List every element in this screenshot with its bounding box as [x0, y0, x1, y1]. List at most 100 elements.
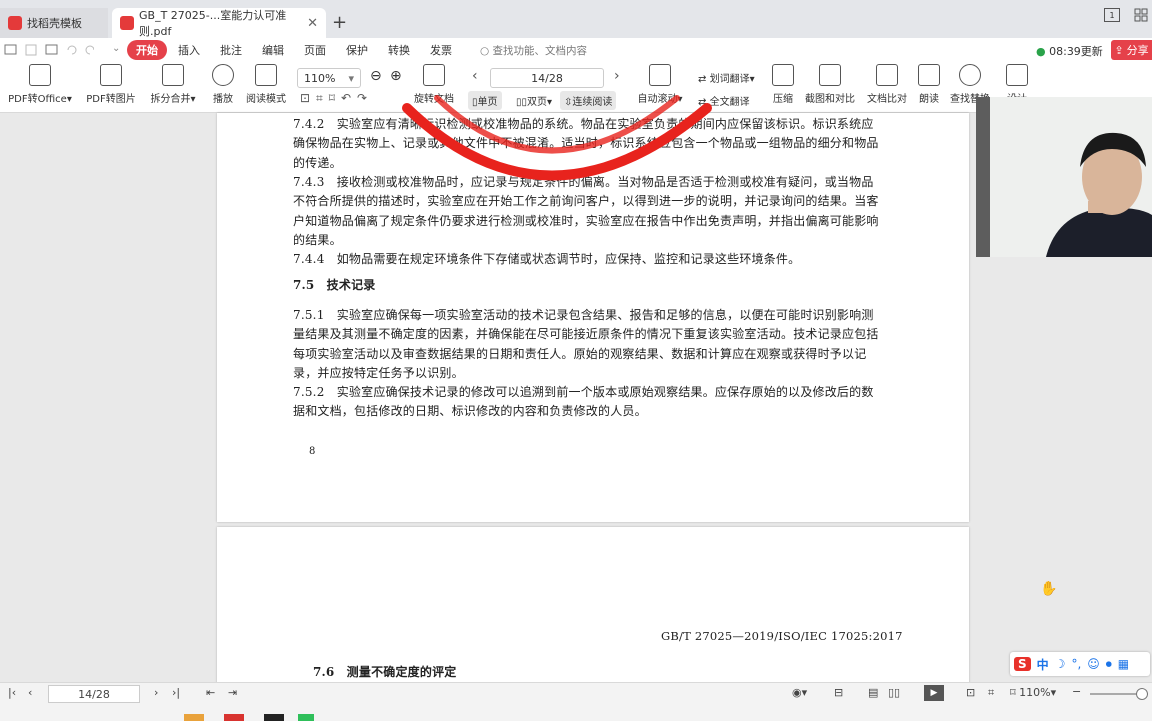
translate-icon: ⇄ [698, 74, 707, 85]
menu-convert[interactable]: 转换 [388, 42, 410, 58]
tab-template[interactable]: 找稻壳模板 [0, 8, 108, 38]
pdf-to-image-button[interactable]: PDF转图片 [84, 64, 138, 105]
double-page-view-icon[interactable]: ▯▯ [888, 686, 900, 699]
image-icon [100, 64, 122, 86]
prev-page-icon[interactable]: ‹ [28, 686, 32, 699]
status-zoom-value: 110% [1019, 686, 1051, 699]
ime-mode-label[interactable]: 中 [1037, 656, 1049, 673]
pdf-page-15: GB/T 27025—2019/ISO/IEC 17025:2017 7.6 测… [217, 527, 969, 697]
search-box[interactable]: ○ 查找功能、文档内容 [480, 43, 587, 58]
webcam-overlay [976, 97, 1152, 257]
play-button[interactable]: 播放 [210, 64, 236, 105]
pdf-to-office-button[interactable]: PDF转Office▾ [6, 64, 74, 105]
section-7-6-heading: 7.6 测量不确定度的评定 [313, 665, 457, 679]
search-icon [959, 64, 981, 86]
play-label: 播放 [213, 94, 233, 105]
window-restore-icon[interactable]: 1 [1104, 8, 1120, 22]
new-tab-button[interactable]: + [332, 12, 347, 33]
menu-invoice[interactable]: 发票 [430, 42, 452, 58]
screenshot-compare-button[interactable]: 截图和对比 [802, 64, 858, 105]
rotate-icon [423, 64, 445, 86]
play-icon[interactable]: ▶ [924, 685, 944, 701]
fit-tools-icons[interactable]: ⊡⌗⌑↶↷ [300, 91, 373, 106]
quick-access-icons[interactable] [4, 43, 94, 57]
microphone-icon[interactable]: ⏺ [1106, 657, 1112, 672]
back-icon[interactable]: ⇤ [206, 686, 215, 699]
zoom-in-icon[interactable]: ⊕ [390, 68, 402, 84]
menu-start[interactable]: 开始 [127, 40, 167, 60]
sogou-logo-icon: S [1014, 657, 1031, 671]
menu-edit[interactable]: 编辑 [262, 42, 284, 58]
wps-logo-icon [8, 16, 22, 30]
moon-icon[interactable]: ☽ [1055, 657, 1066, 671]
ime-toolbar[interactable]: S 中 ☽ °, ☺ ⏺ ▦ [1010, 652, 1150, 676]
zoom-value: 110% [304, 71, 336, 85]
pdf-to-office-icon [29, 64, 51, 86]
tab-bar: 找稻壳模板 GB_T 27025-...室能力认可准则.pdf ✕ + 1 [0, 0, 1152, 38]
actual-size-icon[interactable]: ⌗ [988, 686, 994, 700]
pdf-to-office-label: PDF转Office [8, 94, 67, 105]
speaker-icon [918, 64, 940, 86]
eye-protection-icon[interactable]: ◉▾ [792, 686, 807, 699]
close-icon[interactable]: ✕ [307, 16, 318, 31]
fit-width-icon[interactable]: ⊟ [834, 686, 843, 699]
book-icon [255, 64, 277, 86]
read-aloud-button[interactable]: 朗读 [916, 64, 942, 105]
word-translate-label: 划词翻译 [709, 74, 750, 85]
tab-document[interactable]: GB_T 27025-...室能力认可准则.pdf ✕ [112, 8, 326, 38]
zoom-out-button[interactable]: − [1072, 685, 1081, 698]
first-page-icon[interactable]: |‹ [8, 686, 16, 699]
doc-compare-label: 文档比对 [867, 94, 907, 105]
section-7-5-heading: 7.5 技术记录 [293, 278, 376, 292]
menu-comment[interactable]: 批注 [220, 42, 242, 58]
zoom-select[interactable]: 110% ▾ [297, 68, 361, 88]
punctuation-icon[interactable]: °, [1071, 657, 1081, 671]
last-page-icon[interactable]: ›| [172, 686, 180, 699]
page-input[interactable]: 14/28 [490, 68, 604, 88]
share-icon: ⇪ [1114, 43, 1124, 57]
hand-cursor-icon: ✋ [1040, 581, 1058, 597]
split-merge-icon [162, 64, 184, 86]
page-number: 8 [309, 446, 316, 457]
next-page-icon[interactable]: › [154, 686, 158, 699]
cloud-sync-icon: ● [1036, 45, 1046, 58]
single-page-view-icon[interactable]: ▤ [868, 686, 878, 699]
presenter-video [976, 97, 1152, 257]
menu-protect[interactable]: 保护 [346, 42, 368, 58]
fit-page-icon[interactable]: ⊡ [966, 686, 975, 699]
read-mode-button[interactable]: 阅读模式 [244, 64, 288, 105]
menu-page[interactable]: 页面 [304, 42, 326, 58]
zoom-slider-handle[interactable] [1136, 688, 1148, 700]
scroll-icon [649, 64, 671, 86]
doc-compare-button[interactable]: 文档比对 [864, 64, 910, 105]
tab-label: 找稻壳模板 [27, 17, 82, 30]
zoom-fit-icon: ⌑ [1010, 686, 1016, 699]
zoom-out-icon[interactable]: ⊖ [370, 68, 382, 84]
skin-icon[interactable]: ▦ [1118, 657, 1129, 671]
chevron-down-icon: ▾ [348, 71, 354, 85]
update-status[interactable]: ● 08:39更新 [1036, 43, 1103, 59]
menu-insert[interactable]: 插入 [178, 42, 200, 58]
prev-page-icon[interactable]: ‹ [472, 68, 478, 84]
grid-icon[interactable] [1134, 8, 1148, 22]
read-aloud-label: 朗读 [919, 94, 939, 105]
status-page-input[interactable]: 14/28 [48, 685, 140, 703]
quick-access [4, 43, 94, 57]
status-zoom[interactable]: ⌑ 110%▾ [1010, 686, 1056, 699]
share-button[interactable]: ⇪ 分享 [1111, 40, 1152, 60]
word-translate-button[interactable]: ⇄ 划词翻译▾ [698, 70, 755, 85]
emoji-icon[interactable]: ☺ [1087, 657, 1100, 671]
pdf-page-14: 7.4.2 实验室应有清晰标识检测或校准物品的系统。物品在实验室负责的期间内应保… [217, 95, 969, 522]
forward-icon[interactable]: ⇥ [228, 686, 237, 699]
next-page-icon[interactable]: › [614, 68, 620, 84]
share-label: 分享 [1126, 44, 1149, 57]
more-icon[interactable]: ⌄ [112, 43, 120, 54]
status-page-value: 14/28 [78, 687, 110, 701]
split-merge-button[interactable]: 拆分合并▾ [148, 64, 198, 105]
menu-bar: ⌄ 开始 插入 批注 编辑 页面 保护 转换 发票 ○ 查找功能、文档内容 ● … [0, 38, 1152, 62]
compress-button[interactable]: 压缩 [770, 64, 796, 105]
page-header: GB/T 27025—2019/ISO/IEC 17025:2017 [661, 629, 903, 643]
split-merge-label: 拆分合并 [150, 94, 191, 105]
screenshot-icon [819, 64, 841, 86]
clause-7-5-2: 7.5.2 实验室应确保技术记录的修改可以追溯到前一个版本或原始观察结果。应保存… [293, 385, 874, 419]
